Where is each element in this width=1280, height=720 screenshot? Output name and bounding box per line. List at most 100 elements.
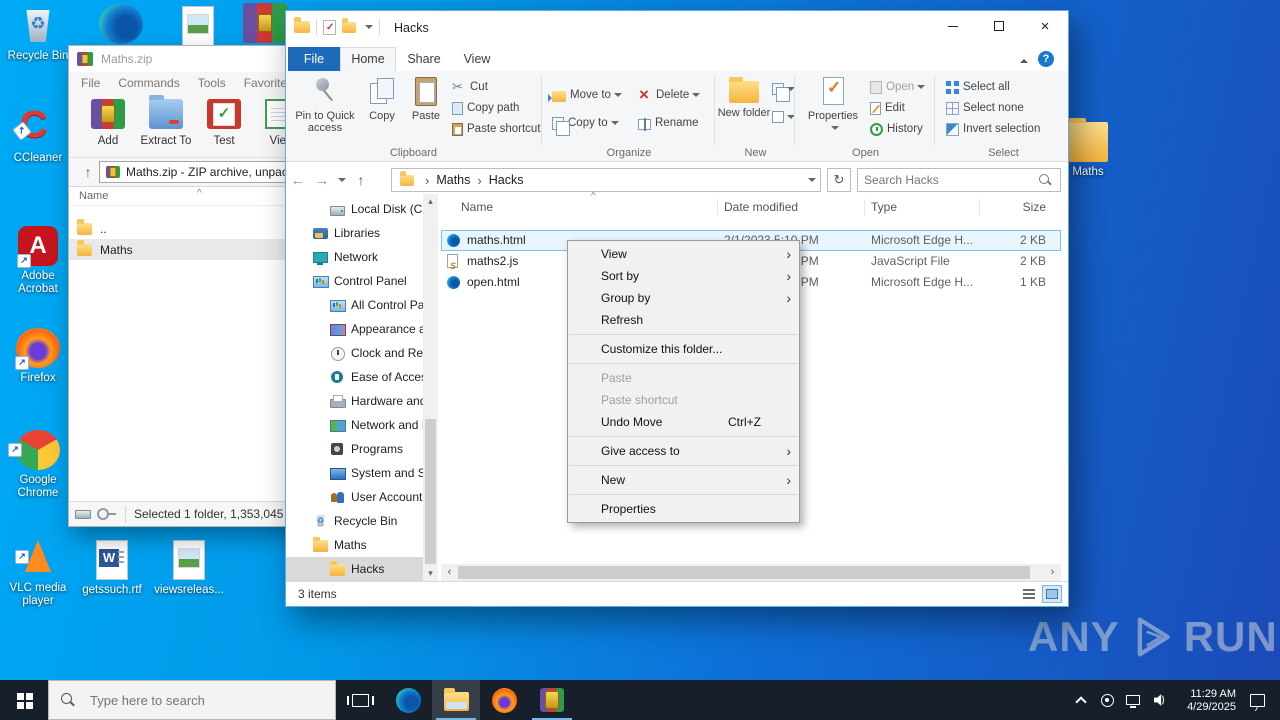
- new-item-button[interactable]: [772, 81, 795, 102]
- desktop-icon-firefox[interactable]: Firefox: [3, 328, 73, 385]
- search-box[interactable]: [857, 168, 1061, 192]
- nav-item-appearance-personalization[interactable]: Appearance and Personalization: [286, 317, 423, 341]
- winrar-add-button[interactable]: Add: [80, 96, 136, 156]
- delete-button[interactable]: Delete: [638, 85, 701, 105]
- taskbar-winrar[interactable]: [528, 680, 576, 720]
- search-input[interactable]: [858, 173, 1039, 187]
- copy-path-button[interactable]: Copy path: [452, 98, 519, 118]
- address-dropdown-caret-icon[interactable]: [808, 178, 816, 186]
- cut-button[interactable]: Cut: [452, 77, 488, 97]
- desktop-icon-getssuch-rtf[interactable]: getssuch.rtf: [76, 540, 148, 597]
- help-button[interactable]: ?: [1038, 51, 1054, 67]
- nav-item-control-panel[interactable]: Control Panel: [286, 269, 423, 293]
- taskbar-edge[interactable]: [384, 680, 432, 720]
- forward-button[interactable]: →: [310, 172, 334, 189]
- desktop-icon-google-chrome[interactable]: Google Chrome: [3, 430, 73, 500]
- taskbar-task-view[interactable]: [336, 680, 384, 720]
- nav-scrollbar[interactable]: ▴ ▾: [423, 194, 438, 581]
- qat-customize-caret-icon[interactable]: [365, 25, 373, 33]
- tab-share[interactable]: Share: [396, 47, 452, 71]
- breadcrumb[interactable]: › Maths › Hacks: [391, 168, 821, 192]
- refresh-button[interactable]: ↻: [827, 168, 851, 192]
- column-header-size[interactable]: Size: [986, 200, 1046, 214]
- column-header-name[interactable]: Name: [461, 200, 493, 214]
- desktop-icon-vlc-media-player[interactable]: VLC media player: [1, 538, 75, 608]
- paste-shortcut-button[interactable]: Paste shortcut: [452, 119, 541, 139]
- context-menu-item-properties[interactable]: Properties: [568, 498, 799, 520]
- desktop-icon-image-file[interactable]: [163, 6, 233, 50]
- select-none-button[interactable]: Select none: [946, 98, 1024, 118]
- nav-item-libraries[interactable]: Libraries: [286, 221, 423, 245]
- recent-locations-caret-icon[interactable]: [338, 178, 346, 186]
- details-view-button[interactable]: [1019, 585, 1039, 603]
- column-divider[interactable]: [864, 199, 865, 215]
- copy-button[interactable]: Copy: [360, 74, 404, 144]
- maximize-button[interactable]: [976, 11, 1022, 41]
- tab-home[interactable]: Home: [340, 47, 396, 71]
- context-menu-item-new[interactable]: New ›: [568, 469, 799, 491]
- tray-chevron-up-icon[interactable]: [1070, 680, 1092, 720]
- context-menu-item-view[interactable]: View ›: [568, 243, 799, 265]
- winrar-test-button[interactable]: Test: [196, 96, 252, 156]
- network-icon[interactable]: [1122, 680, 1144, 720]
- qat-properties-icon[interactable]: [323, 19, 336, 35]
- desktop-icon-recycle-bin[interactable]: Recycle Bin: [3, 6, 73, 63]
- up-button[interactable]: ↑: [350, 172, 372, 188]
- nav-item-all-control-panel-items[interactable]: All Control Panel Items: [286, 293, 423, 317]
- action-center-button[interactable]: [1240, 680, 1274, 720]
- column-divider[interactable]: [717, 199, 718, 215]
- tray-app-icon[interactable]: [1096, 680, 1118, 720]
- nav-item-local-disk-c[interactable]: Local Disk (C:): [286, 197, 423, 221]
- copy-to-button[interactable]: Copy to: [552, 113, 619, 136]
- back-button[interactable]: ←: [286, 172, 310, 189]
- nav-item-maths[interactable]: Maths: [286, 533, 423, 557]
- nav-item-user-accounts[interactable]: User Accounts: [286, 485, 423, 509]
- winrar-extract-button[interactable]: Extract To: [138, 95, 194, 156]
- pin-to-quick-access-button[interactable]: Pin to Quick access: [292, 74, 358, 144]
- properties-button[interactable]: Properties: [803, 74, 863, 144]
- new-folder-button[interactable]: New folder: [716, 74, 772, 144]
- explorer-titlebar[interactable]: Hacks ×: [286, 11, 1068, 47]
- volume-icon[interactable]: [1148, 680, 1170, 720]
- scrollbar-thumb[interactable]: [425, 419, 436, 564]
- qat-new-folder-icon[interactable]: [342, 17, 356, 33]
- scroll-up-icon[interactable]: ▴: [423, 194, 438, 209]
- context-menu-item-group-by[interactable]: Group by ›: [568, 287, 799, 309]
- taskbar-search-input[interactable]: [84, 692, 323, 708]
- invert-selection-button[interactable]: Invert selection: [946, 119, 1040, 139]
- context-menu-item-refresh[interactable]: Refresh: [568, 309, 799, 331]
- scroll-left-icon[interactable]: ‹: [441, 564, 458, 581]
- easy-access-button[interactable]: [772, 109, 795, 125]
- nav-item-programs[interactable]: Programs: [286, 437, 423, 461]
- winrar-up-button[interactable]: ↑: [77, 164, 99, 180]
- rename-button[interactable]: Rename: [638, 113, 698, 133]
- winrar-menu-file[interactable]: File: [81, 76, 100, 90]
- column-header-date-modified[interactable]: Date modified: [724, 200, 798, 214]
- nav-item-recycle-bin[interactable]: Recycle Bin: [286, 509, 423, 533]
- taskbar-file-explorer[interactable]: [432, 680, 480, 720]
- breadcrumb-item-hacks[interactable]: Hacks: [489, 173, 524, 187]
- desktop-icon-ccleaner[interactable]: CCleaner: [3, 104, 73, 165]
- tab-file[interactable]: File: [288, 47, 340, 71]
- taskbar-search[interactable]: [48, 680, 336, 720]
- select-all-button[interactable]: Select all: [946, 77, 1010, 97]
- nav-item-system-security[interactable]: System and Security: [286, 461, 423, 485]
- winrar-menu-tools[interactable]: Tools: [198, 76, 226, 90]
- context-menu-item-sort-by[interactable]: Sort by ›: [568, 265, 799, 287]
- winrar-name-column[interactable]: Name: [79, 190, 108, 202]
- column-divider[interactable]: [979, 199, 980, 215]
- taskbar-clock[interactable]: 11:29 AM 4/29/2025: [1174, 687, 1236, 714]
- taskbar-firefox[interactable]: [480, 680, 528, 720]
- column-header-type[interactable]: Type: [871, 200, 897, 214]
- desktop-icon-viewsreleas[interactable]: viewsreleas...: [150, 540, 228, 597]
- desktop-icon-edge[interactable]: [86, 4, 156, 48]
- tab-view[interactable]: View: [452, 47, 502, 71]
- context-menu-item-undo-move[interactable]: Undo Move Ctrl+Z: [568, 411, 799, 433]
- large-icons-view-button[interactable]: [1042, 585, 1062, 603]
- move-to-button[interactable]: Move to: [548, 85, 622, 105]
- minimize-button[interactable]: [930, 11, 976, 41]
- edit-button[interactable]: Edit: [870, 98, 905, 118]
- scroll-right-icon[interactable]: ›: [1044, 564, 1061, 581]
- breadcrumb-item-maths[interactable]: Maths: [436, 173, 470, 187]
- nav-item-hardware-sound[interactable]: Hardware and Sound: [286, 389, 423, 413]
